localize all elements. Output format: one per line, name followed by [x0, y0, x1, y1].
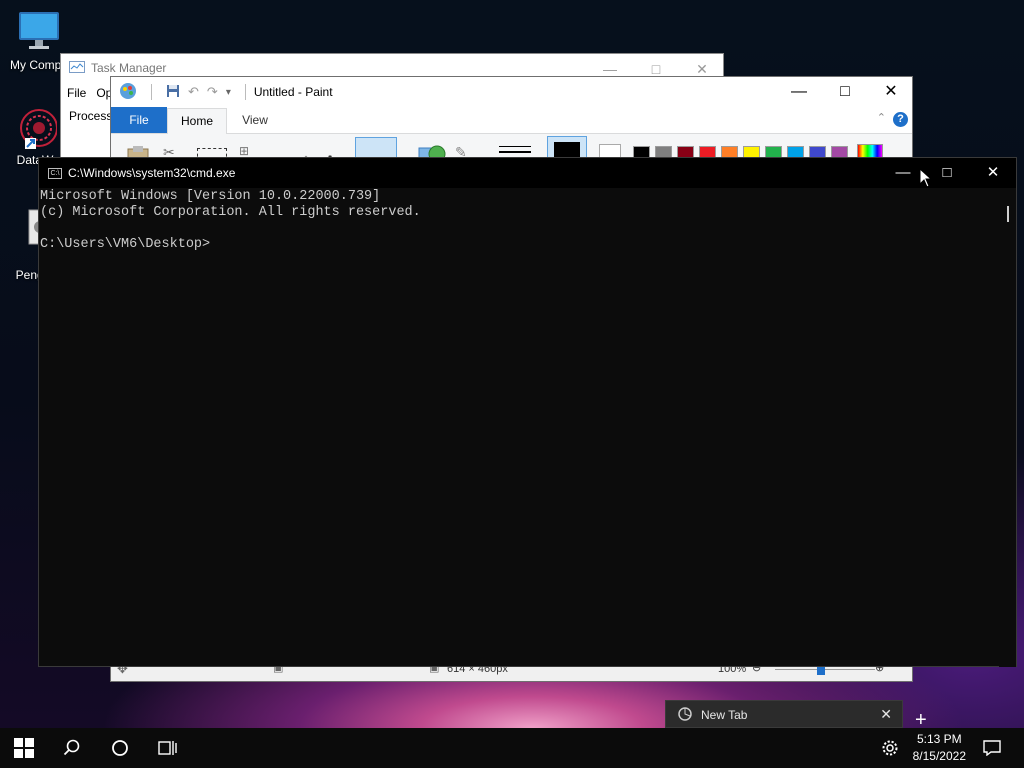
tab-view[interactable]: View: [227, 113, 283, 127]
customize-toolbar-icon[interactable]: ▾: [226, 87, 231, 98]
cmd-title: C:\Windows\system32\cmd.exe: [68, 166, 236, 180]
minimize-button[interactable]: —: [776, 77, 822, 107]
mouse-cursor-icon: [919, 168, 933, 188]
cmd-window[interactable]: C:\ C:\Windows\system32\cmd.exe — □ ✕ Mi…: [38, 157, 1017, 667]
collapse-ribbon-icon[interactable]: ⌃: [877, 111, 886, 124]
start-button[interactable]: [0, 728, 48, 768]
taskbar: 5:13 PM 8/15/2022: [0, 728, 1024, 768]
cmd-console[interactable]: Microsoft Windows [Version 10.0.22000.73…: [39, 189, 1002, 667]
desktop-background: My Compu DataW Cli Pengu: [0, 0, 1024, 728]
cmd-scrollbar[interactable]: [999, 189, 1016, 667]
cortana-icon: [112, 740, 128, 756]
clock-time: 5:13 PM: [916, 732, 962, 746]
new-tab-icon[interactable]: +: [915, 710, 927, 728]
browser-tab-label: New Tab: [701, 708, 748, 722]
cmd-icon: C:\: [48, 167, 62, 179]
menu-file[interactable]: File: [67, 86, 86, 100]
help-icon[interactable]: ?: [893, 112, 908, 127]
paint-titlebar[interactable]: ↶ ↷ ▾ Untitled - Paint — □ ✕: [111, 77, 912, 107]
console-line: Microsoft Windows [Version 10.0.22000.73…: [40, 189, 381, 204]
zoom-slider[interactable]: [775, 663, 875, 675]
close-tab-icon[interactable]: ✕: [880, 706, 892, 723]
scrollbar-thumb[interactable]: [1007, 206, 1009, 222]
task-view-icon: [158, 741, 177, 755]
console-prompt[interactable]: C:\Users\VM6\Desktop>: [40, 237, 1002, 253]
task-manager-icon: [69, 60, 85, 76]
system-clock[interactable]: 5:13 PM 8/15/2022: [913, 731, 966, 765]
gear-icon: [882, 740, 898, 756]
task-view-button[interactable]: [144, 728, 192, 768]
save-icon[interactable]: [166, 84, 180, 101]
cmd-titlebar[interactable]: C:\ C:\Windows\system32\cmd.exe — □ ✕: [39, 158, 1016, 188]
task-manager-title: Task Manager: [91, 61, 167, 75]
search-button[interactable]: [48, 728, 96, 768]
windows-icon: [14, 738, 34, 758]
close-button[interactable]: ✕: [868, 77, 914, 107]
action-center-button[interactable]: [968, 728, 1016, 768]
maximize-button[interactable]: □: [822, 77, 868, 107]
notification-icon: [983, 740, 1001, 756]
close-button[interactable]: ✕: [970, 158, 1016, 188]
undo-icon[interactable]: ↶: [188, 84, 199, 100]
console-line: (c) Microsoft Corporation. All rights re…: [40, 205, 421, 220]
settings-button[interactable]: [866, 728, 914, 768]
tab-home[interactable]: Home: [167, 107, 227, 134]
browser-tab-icon: [678, 707, 692, 724]
computer-icon: [2, 10, 76, 55]
paint-app-icon[interactable]: [119, 82, 137, 103]
crop-icon[interactable]: ⊞: [239, 144, 249, 158]
redo-icon[interactable]: ↷: [207, 84, 218, 100]
clock-date: 8/15/2022: [912, 749, 966, 763]
cortana-button[interactable]: [96, 728, 144, 768]
search-icon: [63, 739, 80, 756]
browser-tab[interactable]: New Tab ✕: [665, 700, 903, 728]
datawrapper-icon: [13, 106, 58, 150]
paint-title: Untitled - Paint: [253, 85, 333, 99]
tab-file[interactable]: File: [111, 107, 167, 133]
